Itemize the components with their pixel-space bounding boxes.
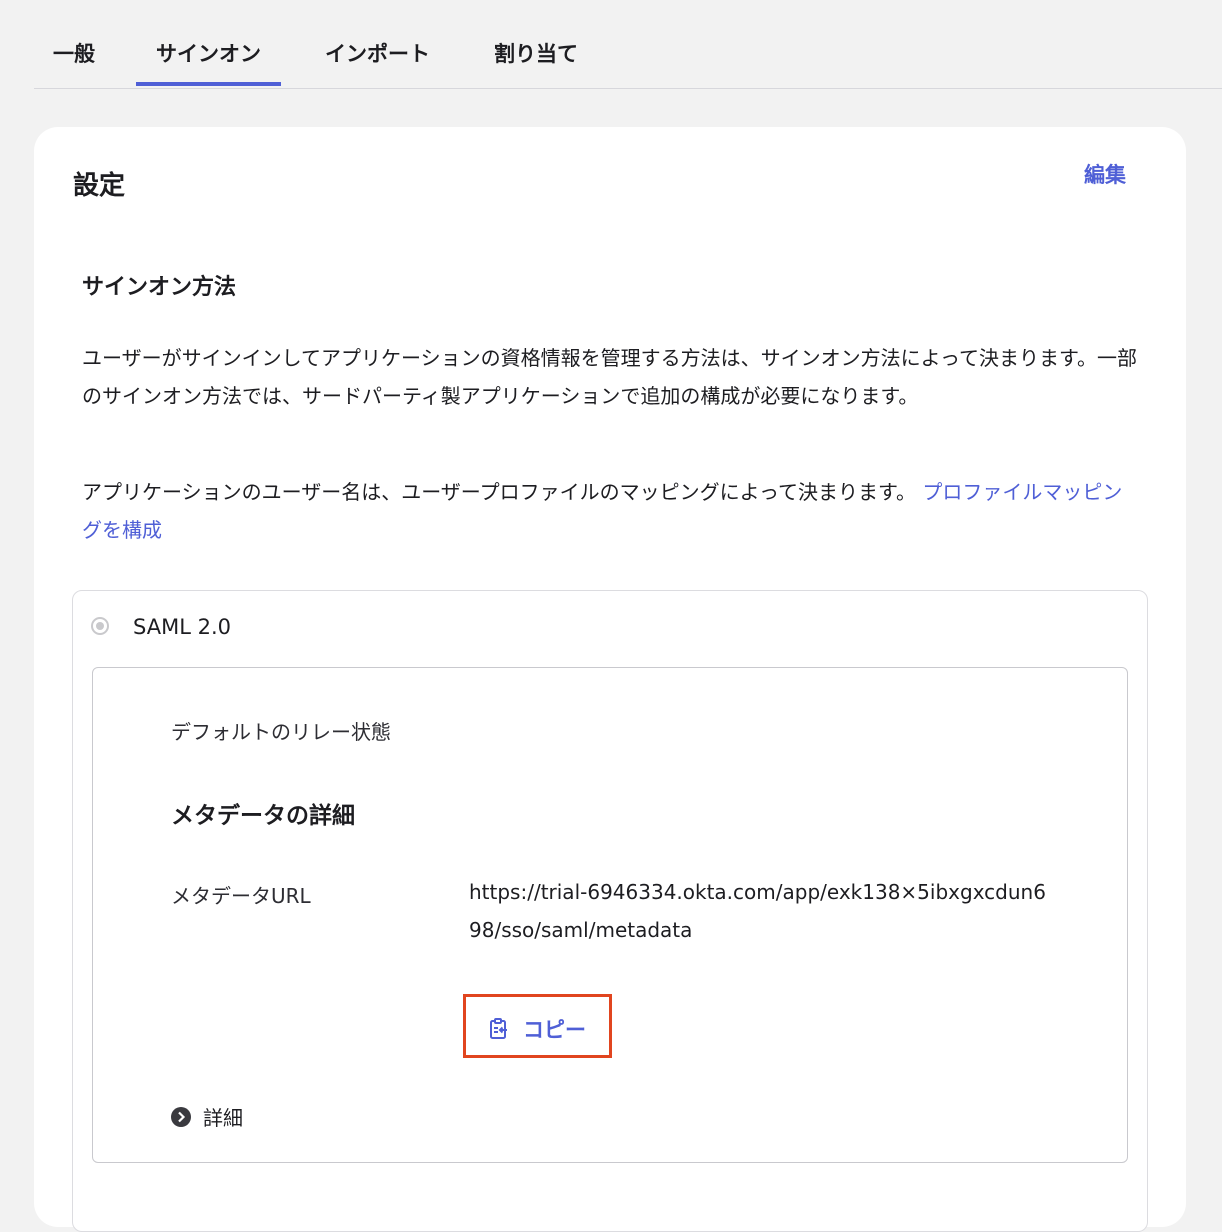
tab-import[interactable]: インポート <box>325 38 430 68</box>
edit-link[interactable]: 編集 <box>1084 159 1126 189</box>
metadata-url-value: https://trial-6946334.okta.com/app/exk13… <box>469 880 1046 942</box>
details-toggle[interactable]: 詳細 <box>171 1102 243 1131</box>
metadata-title: メタデータの詳細 <box>171 803 355 829</box>
tab-general[interactable]: 一般 <box>53 38 95 68</box>
details-label: 詳細 <box>203 1106 243 1130</box>
saml-label: SAML 2.0 <box>133 615 231 639</box>
saml-radio[interactable] <box>91 617 109 635</box>
copy-label: コピー <box>523 1018 586 1042</box>
chevron-right-circle-icon <box>171 1106 191 1127</box>
tab-assignments[interactable]: 割り当て <box>494 38 578 68</box>
tab-bar: 一般 サインオン インポート 割り当て <box>34 0 1222 89</box>
copy-button[interactable]: コピー <box>489 1014 586 1044</box>
metadata-url-label: メタデータURL <box>171 884 311 908</box>
settings-card: 設定 編集 サインオン方法 ユーザーがサインインしてアプリケーションの資格情報を… <box>34 127 1186 1232</box>
saml-option-box: SAML 2.0 デフォルトのリレー状態 メタデータの詳細 メタデータURL h… <box>72 590 1148 1232</box>
username-text: アプリケーションのユーザー名は、ユーザープロファイルのマッピングによって決まりま… <box>82 480 916 504</box>
sign-on-method-title: サインオン方法 <box>82 275 237 300</box>
username-description: アプリケーションのユーザー名は、ユーザープロファイルのマッピングによって決まりま… <box>82 473 1142 549</box>
tab-sign-on[interactable]: サインオン <box>136 38 281 86</box>
saml-details-panel: デフォルトのリレー状態 メタデータの詳細 メタデータURL https://tr… <box>92 667 1128 1163</box>
relay-state-label: デフォルトのリレー状態 <box>171 720 391 744</box>
clipboard-icon <box>490 1018 507 1039</box>
sign-on-description: ユーザーがサインインしてアプリケーションの資格情報を管理する方法は、サインオン方… <box>82 346 1137 408</box>
settings-title: 設定 <box>73 171 126 201</box>
